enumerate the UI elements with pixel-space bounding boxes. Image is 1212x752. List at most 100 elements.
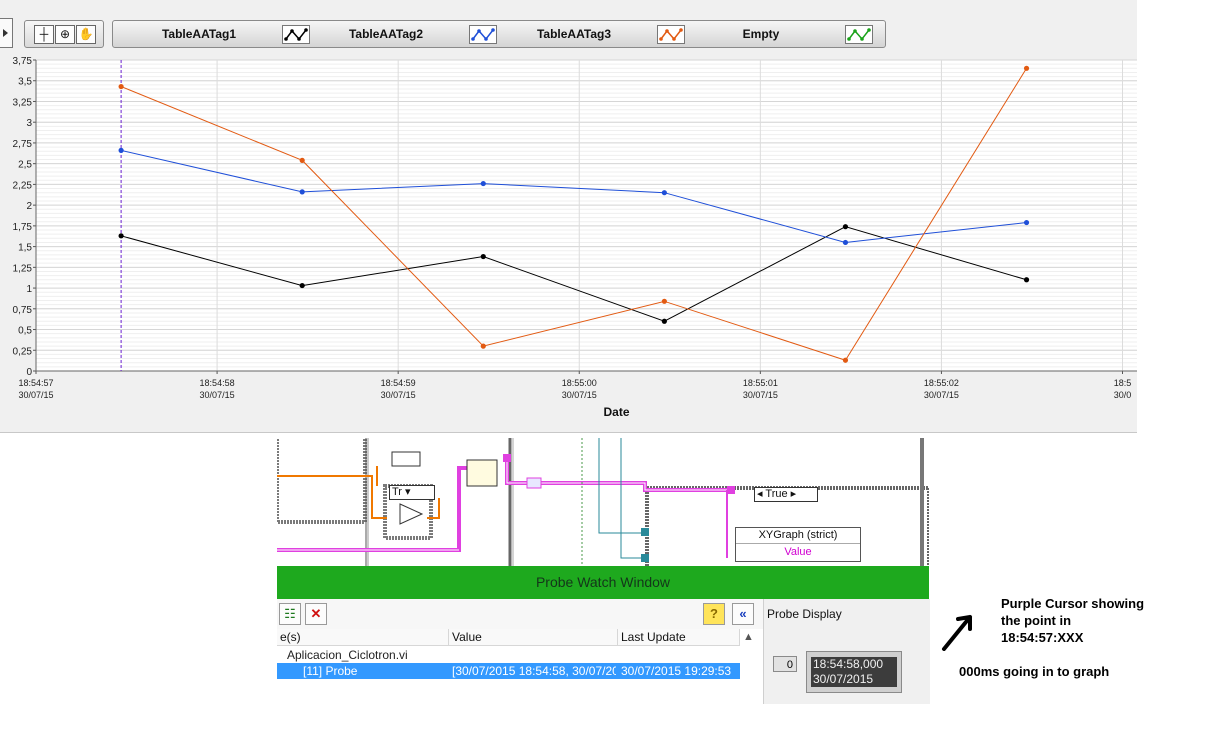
annotation-line-2: the point in	[1001, 613, 1072, 628]
array-index-control[interactable]: 0	[773, 656, 797, 672]
x-tick-date: 30/0	[1114, 390, 1132, 400]
legend-swatch-line	[659, 28, 683, 41]
expand-arrow-button[interactable]	[0, 18, 13, 48]
probe-row-name: [11] Probe	[303, 664, 358, 678]
delete-probe-icon[interactable]: ✕	[305, 603, 327, 625]
property-node-title: XYGraph (strict)	[736, 528, 860, 544]
legend-swatch-tag1[interactable]	[282, 25, 310, 44]
data-point	[480, 253, 486, 260]
x-tick-date: 30/07/15	[381, 390, 416, 400]
y-tick-label: 3,5	[18, 77, 32, 88]
legend-swatch-empty[interactable]	[845, 25, 873, 44]
x-tick-date: 30/07/15	[924, 390, 959, 400]
probe-row-value: [30/07/2015 18:54:58, 30/07/201	[452, 664, 616, 678]
data-point	[299, 282, 305, 289]
plot-area[interactable]	[36, 60, 1137, 371]
y-tick-label: 1	[26, 284, 32, 295]
probe-display-panel: Probe Display 0 18:54:58,000 30/07/2015	[763, 599, 930, 704]
y-tick-label: 0,75	[13, 305, 33, 316]
probe-list: e(s) Value Last Update ▲ Aplicacion_Cicl…	[277, 629, 763, 704]
y-tick-label: 1,75	[13, 222, 33, 233]
probe-watch-window: Probe Watch Window ☷ ✕ ? « e(s) Value La…	[277, 566, 930, 704]
x-tick-time: 18:5	[1114, 378, 1132, 388]
probe-row-vi-name: Aplicacion_Ciclotron.vi	[287, 648, 408, 662]
column-header-name[interactable]: e(s)	[277, 629, 449, 646]
array-index-value: 0	[786, 659, 793, 671]
legend-swatch-line	[284, 28, 308, 41]
x-tick-time: 18:54:58	[200, 378, 235, 388]
legend-label-tag1: TableAATag1	[161, 27, 236, 41]
legend-swatch-line	[471, 28, 495, 41]
y-tick-label: 2,5	[18, 160, 32, 171]
legend-swatch-tag3[interactable]	[657, 25, 685, 44]
y-tick-label: 0	[26, 367, 32, 378]
case-selector-tr[interactable]: Tr ▾	[389, 485, 435, 500]
y-tick-label: 2	[26, 201, 32, 212]
probe-window-title: Probe Watch Window	[277, 566, 929, 599]
timestamp-time: 18:54:58,000	[813, 657, 884, 671]
graph-tool-palette: ┼ ⊕ ✋	[24, 20, 104, 48]
scroll-up-icon[interactable]: ▲	[740, 629, 757, 646]
xygraph-property-node[interactable]: XYGraph (strict) Value	[735, 527, 861, 562]
y-tick-label: 3	[26, 118, 32, 129]
legend-label-empty: Empty	[742, 27, 780, 41]
legend-label-tag3: TableAATag3	[536, 27, 611, 41]
x-tick-time: 18:55:00	[562, 378, 597, 388]
legend-swatch-tag2[interactable]	[469, 25, 497, 44]
x-tick-date: 30/07/15	[200, 390, 235, 400]
data-point	[299, 189, 305, 195]
timestamp-display: 18:54:58,000 30/07/2015	[806, 651, 902, 693]
plot-legend: TableAATag1 TableAATag2 TableAATag3 Empt…	[112, 20, 886, 48]
xy-graph-panel: ┼ ⊕ ✋ TableAATag1 TableAATag2 TableAATag…	[0, 0, 1137, 433]
column-header-last-update[interactable]: Last Update	[618, 629, 740, 646]
y-tick-label: 1,25	[13, 263, 33, 274]
collapse-panel-icon[interactable]: «	[732, 603, 754, 625]
data-point	[480, 343, 486, 349]
data-point	[842, 224, 849, 230]
case-selector-tr-label: Tr	[392, 486, 402, 498]
data-point	[842, 239, 849, 246]
case-selector-true[interactable]: ◂ True ▸	[754, 487, 818, 502]
annotation-line-1: Purple Cursor showing	[1001, 596, 1145, 611]
timestamp-date: 30/07/2015	[813, 672, 874, 686]
probe-row-selected[interactable]: [11] Probe [30/07/2015 18:54:58, 30/07/2…	[277, 663, 740, 679]
enable-probes-icon[interactable]: ☷	[279, 603, 301, 625]
data-point	[661, 298, 667, 304]
x-tick-date: 30/07/15	[562, 390, 597, 400]
column-header-value[interactable]: Value	[449, 629, 618, 646]
cursor-move-icon[interactable]: ┼	[34, 25, 54, 44]
x-tick-date: 30/07/15	[743, 390, 778, 400]
data-point	[299, 157, 305, 163]
data-point	[118, 147, 124, 153]
annotation-line-3: 18:54:57:XXX	[1001, 630, 1084, 645]
data-point	[842, 357, 849, 363]
zoom-icon[interactable]: ⊕	[55, 25, 75, 44]
x-tick-time: 18:55:01	[743, 378, 778, 388]
y-tick-label: 1,5	[18, 243, 32, 254]
data-point	[1023, 219, 1030, 226]
block-diagram: Tr ▾ ◂ True ▸ XYGraph (strict) Value	[277, 438, 929, 566]
xy-graph-plot[interactable]: 0 0,25 0,5 0,75 1 1,25 1,5 1,75 2 2,25 2,5 2,75 3 3,2…	[0, 50, 1137, 430]
probe-display-label: Probe Display	[767, 607, 842, 621]
annotation: Purple Cursor showing the point in 18:54…	[940, 595, 1190, 695]
data-point	[661, 190, 667, 196]
y-tick-label: 0,5	[18, 326, 32, 337]
data-point	[118, 83, 124, 90]
probe-row-vi[interactable]: Aplicacion_Ciclotron.vi	[277, 647, 740, 663]
legend-swatch-line	[847, 28, 871, 41]
data-point	[1023, 65, 1030, 71]
annotation-arrow-icon	[942, 615, 972, 651]
x-tick-date: 30/07/15	[18, 390, 53, 400]
x-tick-time: 18:55:02	[924, 378, 959, 388]
case-selector-true-label: True	[765, 488, 788, 500]
pan-hand-icon[interactable]: ✋	[76, 25, 96, 44]
timestamp-value: 18:54:58,000 30/07/2015	[811, 657, 897, 687]
help-icon[interactable]: ?	[703, 603, 725, 625]
y-tick-label: 2,75	[13, 139, 33, 150]
annotation-line-4: 000ms going in to graph	[959, 664, 1110, 679]
y-tick-label: 2,25	[13, 180, 33, 191]
y-tick-label: 3,75	[13, 56, 33, 67]
y-tick-label: 3,25	[13, 97, 33, 108]
x-axis-label: Date	[603, 405, 629, 419]
y-tick-label: 0,25	[13, 346, 33, 357]
